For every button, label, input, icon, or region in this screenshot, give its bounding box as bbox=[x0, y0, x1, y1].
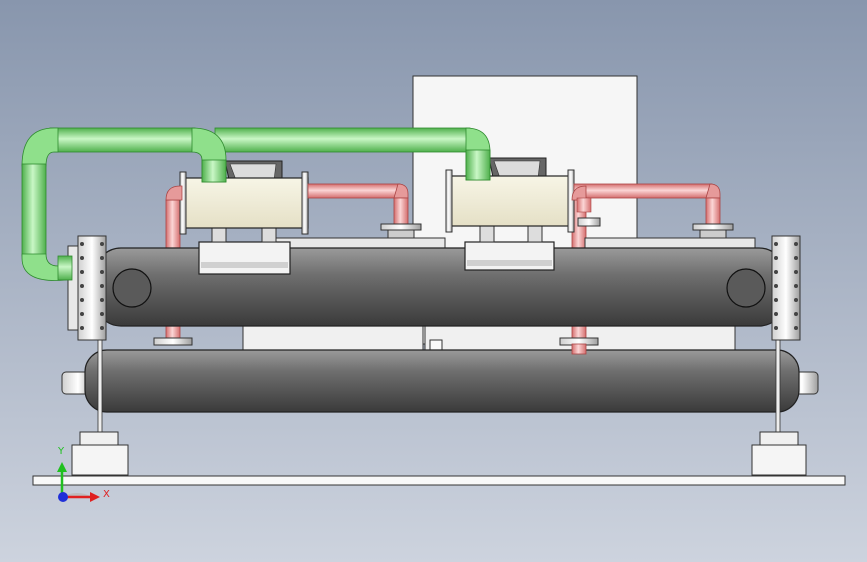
compressor-right[interactable] bbox=[445, 169, 575, 233]
y-axis-label: Y bbox=[57, 446, 65, 457]
base-plate bbox=[32, 475, 846, 486]
support-beam-left bbox=[242, 325, 424, 351]
x-axis-label: X bbox=[103, 489, 110, 500]
end-flange-right[interactable] bbox=[771, 235, 801, 341]
end-flange-left[interactable] bbox=[67, 235, 107, 341]
compressor-base-left bbox=[198, 241, 291, 275]
lower-shell[interactable] bbox=[61, 349, 819, 413]
cad-drawing[interactable]: Y X bbox=[0, 0, 867, 562]
compressor-left[interactable] bbox=[179, 171, 309, 235]
cad-viewport[interactable]: Y X bbox=[0, 0, 867, 562]
compressor-base-left-band bbox=[201, 262, 288, 268]
compressor-base-right-band bbox=[467, 260, 552, 266]
